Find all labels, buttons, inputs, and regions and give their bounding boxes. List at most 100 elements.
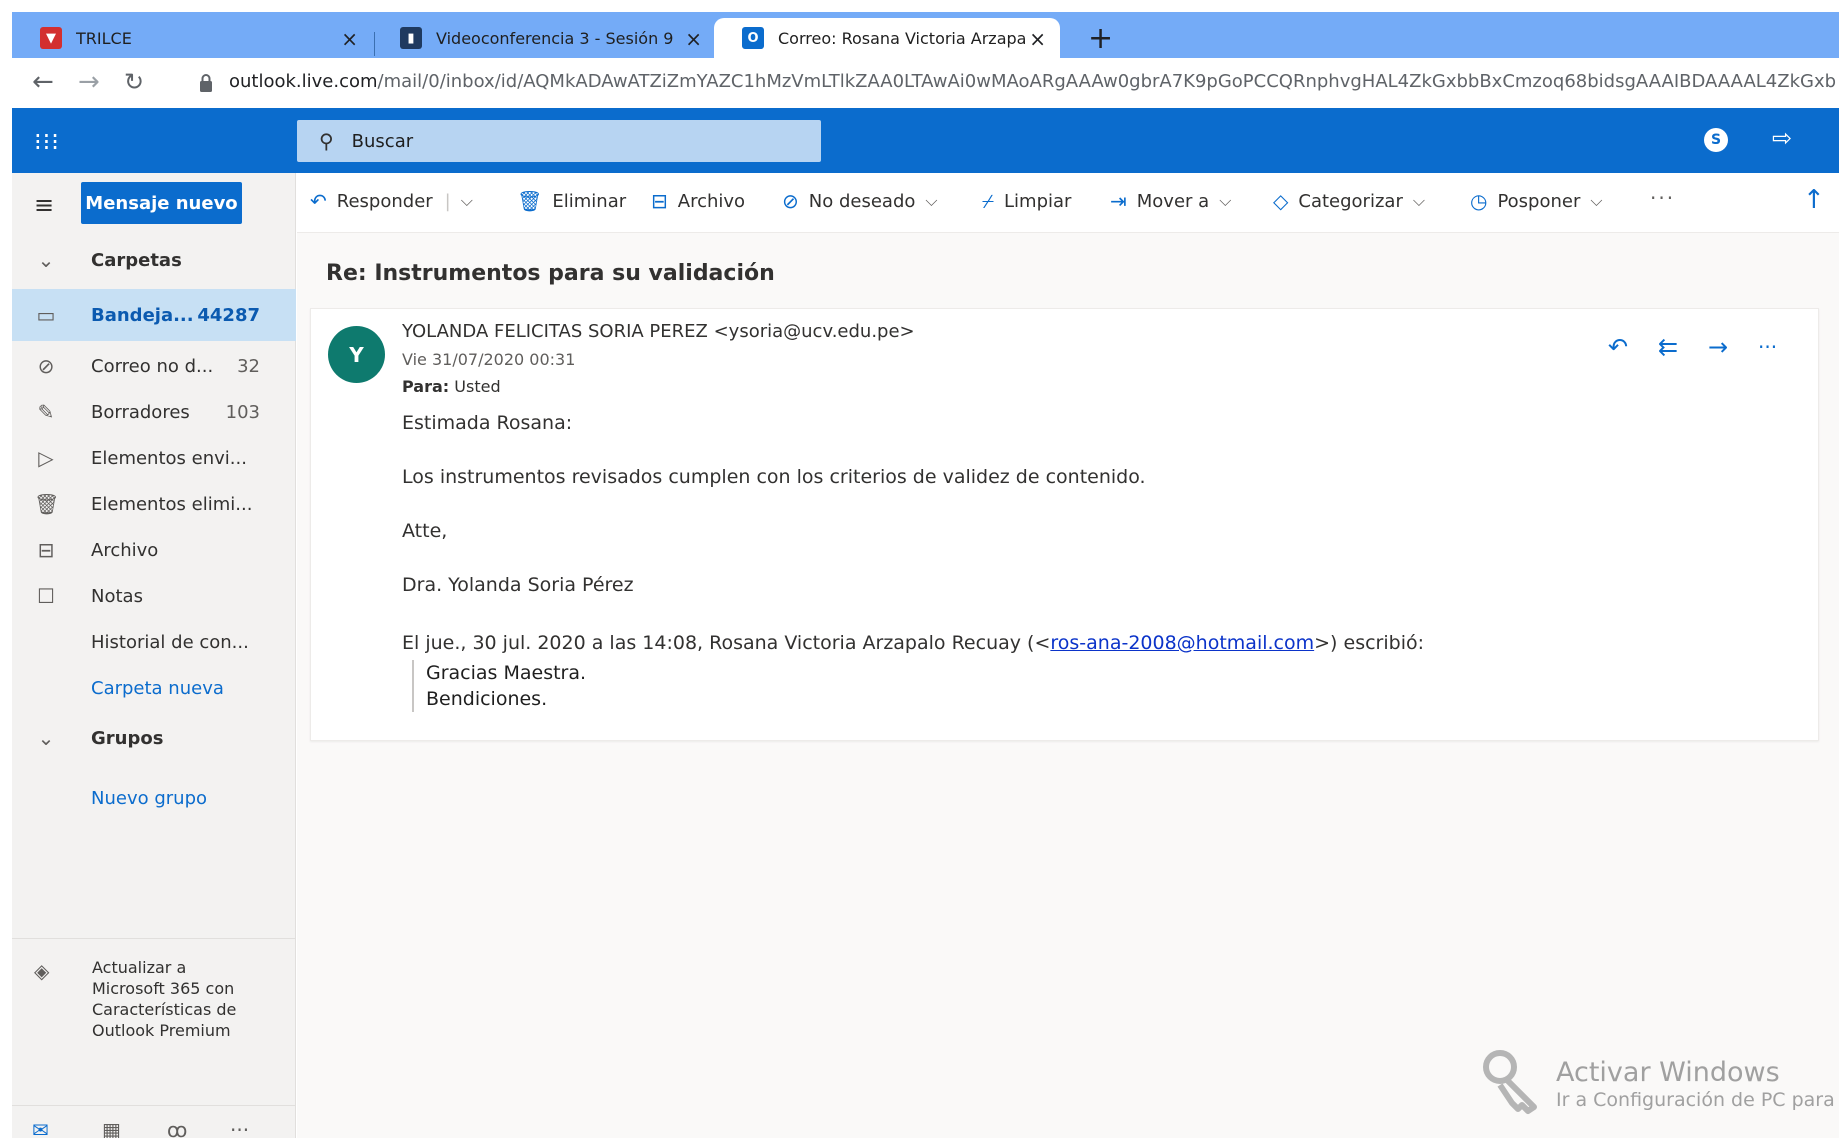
categorize-label: Categorizar <box>1298 190 1403 212</box>
divider: | <box>444 190 451 212</box>
junk-button[interactable]: ⊘ No deseado ⌵ <box>782 189 938 213</box>
delete-button[interactable]: 🗑︎ Eliminar <box>517 189 626 213</box>
archive-icon: ⊟ <box>651 189 668 213</box>
snooze-button[interactable]: ◷ Posponer ⌵ <box>1470 189 1603 213</box>
forward-icon[interactable]: → <box>78 68 100 96</box>
forward-icon[interactable]: → <box>1708 333 1728 361</box>
more-options-icon[interactable]: ··· <box>1758 335 1777 359</box>
close-icon[interactable]: × <box>685 27 702 51</box>
reply-icon[interactable]: ↶ <box>1608 333 1628 361</box>
tab-trilce[interactable]: ▼ TRILCE × <box>12 18 372 58</box>
reading-pane: Re: Instrumentos para su validación Y YO… <box>297 233 1839 1138</box>
sidebar-item-label: Bandeja... <box>91 304 194 326</box>
diamond-icon: ◈ <box>34 959 50 983</box>
arrow-up-icon[interactable]: ↑ <box>1803 185 1825 215</box>
quote-email-link[interactable]: ros-ana-2008@hotmail.com <box>1050 632 1314 654</box>
quote-line: Gracias Maestra. <box>426 662 587 684</box>
sidebar-item-history[interactable]: Historial de con... <box>12 617 296 667</box>
new-message-button[interactable]: Mensaje nuevo <box>81 182 242 224</box>
tab-videoconferencia[interactable]: ▮ Videoconferencia 3 - Sesión 9 × <box>372 18 716 58</box>
body-line: Atte, <box>402 520 448 542</box>
move-icon: ⇥ <box>1110 189 1127 213</box>
url-field[interactable]: outlook.live.com/mail/0/inbox/id/AQMkADA… <box>229 71 1836 92</box>
left-navigation: ≡ Mensaje nuevo ⌄ Carpetas ▭ Bandeja... … <box>12 173 296 1138</box>
chevron-down-icon: ⌄ <box>37 726 55 750</box>
my-day-icon[interactable]: ⇨ <box>1772 124 1792 152</box>
sidebar-item-junk[interactable]: ⊘ Correo no d... 32 <box>12 341 296 391</box>
reply-all-icon[interactable]: ⇇ <box>1658 333 1678 361</box>
sidebar-item-archive[interactable]: ⊟ Archivo <box>12 525 296 575</box>
groups-header-label: Grupos <box>91 727 164 749</box>
archive-button[interactable]: ⊟ Archivo <box>651 189 745 213</box>
unread-count: 32 <box>237 355 260 377</box>
body-line: Dra. Yolanda Soria Pérez <box>402 574 634 596</box>
message-card: Y YOLANDA FELICITAS SORIA PEREZ <ysoria@… <box>310 308 1819 741</box>
chevron-down-icon: ⌵ <box>925 191 938 210</box>
new-tab-icon[interactable]: + <box>1088 24 1113 54</box>
move-label: Mover a <box>1136 190 1210 212</box>
quote-line: Bendiciones. <box>426 688 548 710</box>
new-folder-link[interactable]: Carpeta nueva <box>12 663 296 713</box>
more-options-icon[interactable]: ··· <box>1650 186 1675 210</box>
module-switcher: ✉ ▦ ꝏ ··· <box>12 1108 296 1138</box>
junk-icon: ⊘ <box>37 354 55 378</box>
tab-correo[interactable]: O Correo: Rosana Victoria Arzapalo × <box>714 18 1060 58</box>
sweep-button[interactable]: ⌿ Limpiar <box>982 189 1071 213</box>
chevron-down-icon: ⌵ <box>1590 191 1603 210</box>
reply-button[interactable]: ↶ Responder | ⌵ <box>310 189 473 213</box>
delete-label: Eliminar <box>552 190 627 212</box>
premium-upsell[interactable]: ◈ Actualizar a Microsoft 365 con Caracte… <box>12 938 296 1106</box>
close-icon[interactable]: × <box>341 27 358 51</box>
key-icon <box>1483 1050 1537 1114</box>
url-path: /mail/0/inbox/id/AQMkADAwATZiZmYAZC1hMzV… <box>377 71 1837 92</box>
people-icon[interactable]: ꝏ <box>167 1118 187 1138</box>
app-launcher-icon[interactable]: ⁝⁝⁝ <box>34 128 60 156</box>
sidebar-item-deleted[interactable]: 🗑︎ Elementos elimi... <box>12 479 296 529</box>
snooze-label: Posponer <box>1497 190 1581 212</box>
watermark-subtitle: Ir a Configuración de PC para <box>1556 1089 1835 1111</box>
to-label: Para: <box>402 377 450 396</box>
chevron-down-icon: ⌄ <box>37 248 55 272</box>
sender[interactable]: YOLANDA FELICITAS SORIA PEREZ <ysoria@uc… <box>402 321 915 342</box>
new-group-link[interactable]: Nuevo grupo <box>12 773 296 823</box>
sidebar-item-label: Notas <box>91 585 143 607</box>
calendar-icon[interactable]: ▦ <box>102 1118 121 1138</box>
move-button[interactable]: ⇥ Mover a ⌵ <box>1110 189 1231 213</box>
avatar[interactable]: Y <box>328 326 385 383</box>
screen: ▼ TRILCE × ▮ Videoconferencia 3 - Sesión… <box>0 0 1839 1138</box>
url-host: outlook.live.com <box>229 71 378 92</box>
back-icon[interactable]: ← <box>32 68 54 96</box>
sidebar-item-drafts[interactable]: ✎ Borradores 103 <box>12 387 296 437</box>
reload-icon[interactable]: ↻ <box>124 68 144 96</box>
mail-icon[interactable]: ✉ <box>32 1118 49 1138</box>
chevron-down-icon: ⌵ <box>1412 191 1425 210</box>
more-apps-icon[interactable]: ··· <box>230 1118 249 1138</box>
chevron-down-icon[interactable]: ⌵ <box>461 191 473 211</box>
search-input[interactable]: ⚲ Buscar <box>297 120 821 162</box>
sidebar-item-label: Elementos envi... <box>91 447 247 469</box>
sidebar-item-sent[interactable]: ▷ Elementos envi... <box>12 433 296 483</box>
browser-tab-strip: ▼ TRILCE × ▮ Videoconferencia 3 - Sesión… <box>12 12 1839 58</box>
junk-icon: ⊘ <box>782 189 799 213</box>
menu-icon[interactable]: ≡ <box>34 191 54 219</box>
reply-icon: ↶ <box>310 189 327 213</box>
sent-icon: ▷ <box>38 446 54 470</box>
trilce-icon: ▼ <box>40 27 62 49</box>
deleted-icon: 🗑︎ <box>34 492 60 516</box>
categorize-button[interactable]: ◇ Categorizar ⌵ <box>1273 189 1425 213</box>
sidebar-item-label: Elementos elimi... <box>91 493 253 515</box>
drafts-icon: ✎ <box>37 400 55 424</box>
outlook-icon: O <box>742 27 764 49</box>
folders-header[interactable]: ⌄ Carpetas <box>12 235 296 285</box>
outlook-header: ⁝⁝⁝ ⚲ Buscar S ⇨ <box>12 108 1839 173</box>
sidebar-item-inbox[interactable]: ▭ Bandeja... 44287 <box>12 289 296 341</box>
groups-header[interactable]: ⌄ Grupos <box>12 713 296 763</box>
reply-label: Responder <box>336 190 433 212</box>
skype-icon[interactable]: S <box>1704 128 1728 152</box>
notes-icon: ☐ <box>37 584 55 608</box>
quote-header: El jue., 30 jul. 2020 a las 14:08, Rosan… <box>402 632 1424 654</box>
to-value[interactable]: Usted <box>454 377 500 396</box>
close-icon[interactable]: × <box>1029 27 1046 51</box>
trash-icon: 🗑︎ <box>517 189 543 213</box>
sidebar-item-notes[interactable]: ☐ Notas <box>12 571 296 621</box>
